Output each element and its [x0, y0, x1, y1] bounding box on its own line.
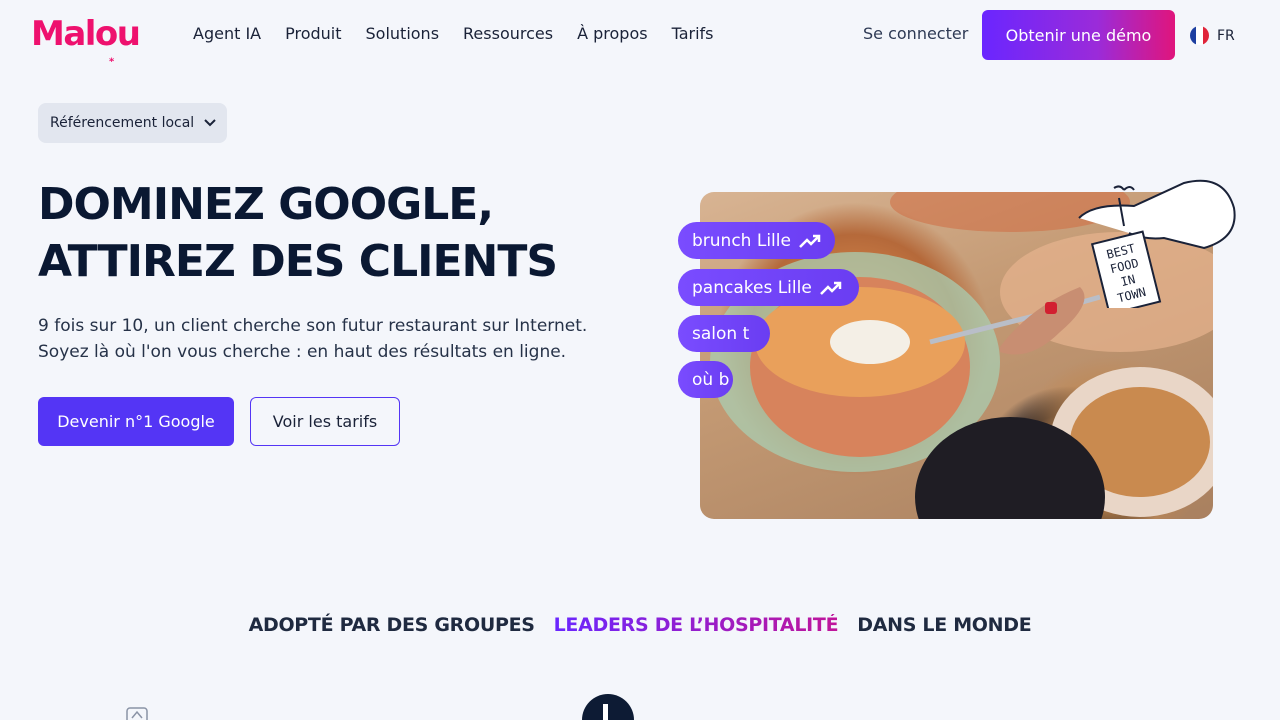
see-pricing-button[interactable]: Voir les tarifs	[250, 397, 400, 446]
nav-item-produit[interactable]: Produit	[285, 24, 341, 44]
hero-title-line-1: DOMINEZ GOOGLE,	[38, 179, 494, 230]
search-chip-salon: salon t	[678, 315, 770, 352]
main-nav: Agent IA Produit Solutions Ressources À …	[193, 24, 737, 44]
nav-item-ressources[interactable]: Ressources	[463, 24, 553, 44]
band-part-3: DANS LE MONDE	[857, 614, 1032, 636]
malou-logo[interactable]: Malou ⁎	[31, 14, 141, 65]
france-flag-icon	[1190, 26, 1209, 45]
hero-subtitle: 9 fois sur 10, un client cherche son fut…	[38, 313, 618, 365]
adopted-by-leaders-heading: ADOPTÉ PAR DES GROUPES LEADERS DE L’HOSP…	[0, 614, 1280, 636]
logo-text: Malou	[31, 14, 141, 54]
chip-label: salon t	[692, 323, 750, 344]
site-header: Malou ⁎ Agent IA Produit Solutions Resso…	[0, 0, 1280, 70]
client-logo-round-icon	[582, 694, 634, 720]
trending-up-icon	[799, 234, 821, 248]
language-selector[interactable]: FR	[1190, 26, 1235, 45]
chip-label: où b	[692, 369, 730, 390]
band-part-2: LEADERS DE L’HOSPITALITÉ	[553, 614, 839, 636]
trending-up-icon	[819, 281, 842, 295]
nav-item-tarifs[interactable]: Tarifs	[672, 24, 714, 44]
nav-item-solutions[interactable]: Solutions	[366, 24, 440, 44]
signin-link[interactable]: Se connecter	[863, 24, 968, 44]
category-label: Référencement local	[50, 115, 195, 131]
chevron-down-icon	[204, 119, 216, 127]
hero-subtitle-line-1: 9 fois sur 10, un client cherche son fut…	[38, 316, 588, 336]
logo-dots-icon: ⁎	[109, 54, 115, 65]
hero-subtitle-line-2: Soyez là où l'on vous cherche : en haut …	[38, 342, 567, 362]
chip-label: pancakes Lille	[692, 277, 812, 298]
hero-title: DOMINEZ GOOGLE, ATTIREZ DES CLIENTS	[38, 176, 658, 290]
get-demo-button[interactable]: Obtenir une démo	[982, 10, 1175, 60]
client-logos-strip	[126, 694, 634, 720]
category-dropdown[interactable]: Référencement local	[38, 103, 227, 143]
search-chip-ou: où b	[678, 361, 733, 398]
hero-title-line-2: ATTIREZ DES CLIENTS	[38, 236, 558, 287]
language-label: FR	[1217, 27, 1235, 44]
become-first-google-button[interactable]: Devenir n°1 Google	[38, 397, 234, 446]
chip-label: brunch Lille	[692, 230, 791, 251]
best-food-in-town-sticker: BEST FOOD IN TOWN	[1078, 179, 1236, 308]
band-part-1: ADOPTÉ PAR DES GROUPES	[248, 614, 535, 636]
nav-item-a-propos[interactable]: À propos	[577, 24, 647, 44]
search-chip-pancakes: pancakes Lille	[678, 269, 859, 306]
search-chip-brunch: brunch Lille	[678, 222, 835, 259]
nav-item-agent-ia[interactable]: Agent IA	[193, 24, 261, 44]
client-logo-icon	[126, 707, 148, 720]
